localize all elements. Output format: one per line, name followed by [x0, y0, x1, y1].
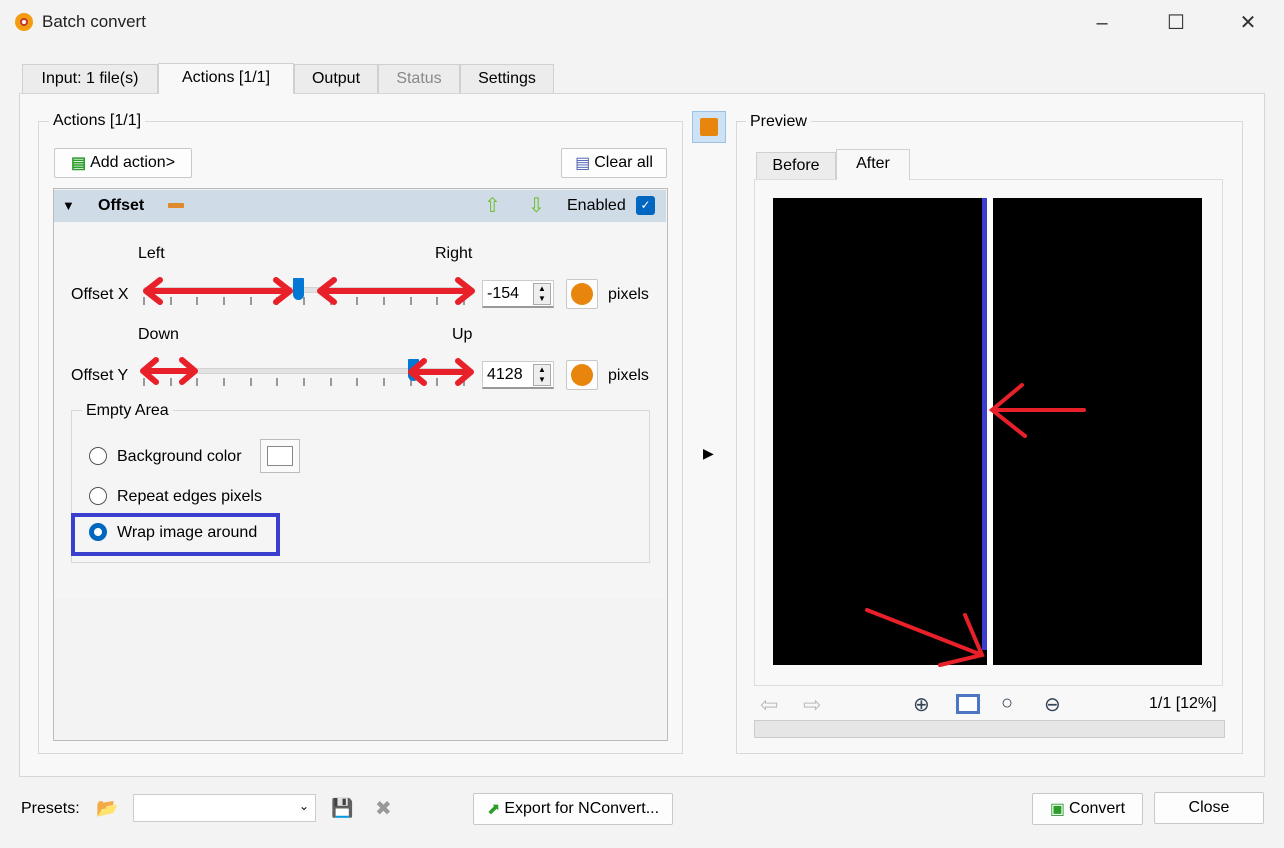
- convert-button[interactable]: ▣ Convert: [1032, 793, 1143, 825]
- export-icon: ⬈: [486, 801, 501, 818]
- tab-actions[interactable]: Actions [1/1]: [158, 63, 294, 94]
- delete-preset-icon[interactable]: ✖: [375, 796, 392, 821]
- presets-label: Presets:: [21, 800, 80, 817]
- tab-after[interactable]: After: [836, 149, 910, 180]
- convert-label: Convert: [1069, 800, 1126, 817]
- open-preset-icon[interactable]: 📂: [96, 798, 118, 819]
- chevron-down-icon: ⌄: [298, 799, 309, 813]
- save-preset-icon[interactable]: 💾: [331, 798, 353, 819]
- close-button[interactable]: Close: [1154, 792, 1264, 824]
- preset-select[interactable]: ⌄: [133, 794, 316, 822]
- export-nconvert-button[interactable]: ⬈ Export for NConvert...: [473, 793, 673, 825]
- annotation-arrows: [140, 277, 1086, 667]
- export-label: Export for NConvert...: [504, 800, 660, 817]
- convert-icon: ▣: [1049, 801, 1066, 818]
